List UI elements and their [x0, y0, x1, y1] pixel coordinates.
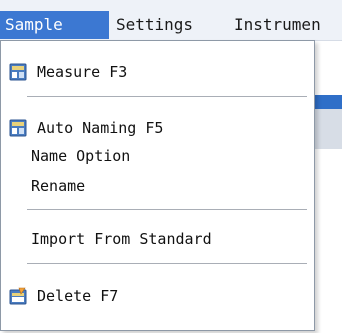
menu-item-measure[interactable]: Measure F3 — [5, 57, 310, 87]
menu-bar: Sample Settings Instrumen — [0, 0, 342, 41]
menu-settings[interactable]: Settings — [116, 11, 193, 39]
menu-item-label: Import From Standard — [31, 230, 212, 248]
menu-item-delete[interactable]: Delete F7 — [5, 281, 310, 311]
menu-item-rename[interactable]: Rename — [5, 171, 310, 201]
background-window-fragment — [315, 95, 342, 109]
delete-icon — [9, 287, 27, 305]
menu-item-import-from-standard[interactable]: Import From Standard — [5, 224, 310, 254]
menu-item-label: Auto Naming F5 — [37, 119, 164, 137]
measure-icon — [9, 63, 27, 81]
menu-item-label: Measure F3 — [37, 63, 128, 81]
menu-separator — [27, 263, 307, 265]
menu-separator — [27, 209, 307, 211]
menu-separator — [27, 96, 307, 98]
auto-naming-icon — [9, 119, 27, 137]
background-panel-fragment — [315, 109, 342, 149]
app-window: Sample Settings Instrumen Measure F3 Aut… — [0, 0, 342, 333]
menu-item-label: Rename — [31, 177, 86, 195]
menu-instrument[interactable]: Instrumen — [234, 11, 321, 39]
menu-item-label: Name Option — [31, 147, 131, 165]
sample-dropdown-menu: Measure F3 Auto Naming F5 Name Option Re… — [0, 40, 315, 331]
menu-sample[interactable]: Sample — [0, 11, 109, 39]
menu-item-label: Delete F7 — [37, 287, 119, 305]
menu-item-auto-naming[interactable]: Auto Naming F5 — [5, 113, 310, 143]
menu-item-name-option[interactable]: Name Option — [5, 141, 310, 171]
